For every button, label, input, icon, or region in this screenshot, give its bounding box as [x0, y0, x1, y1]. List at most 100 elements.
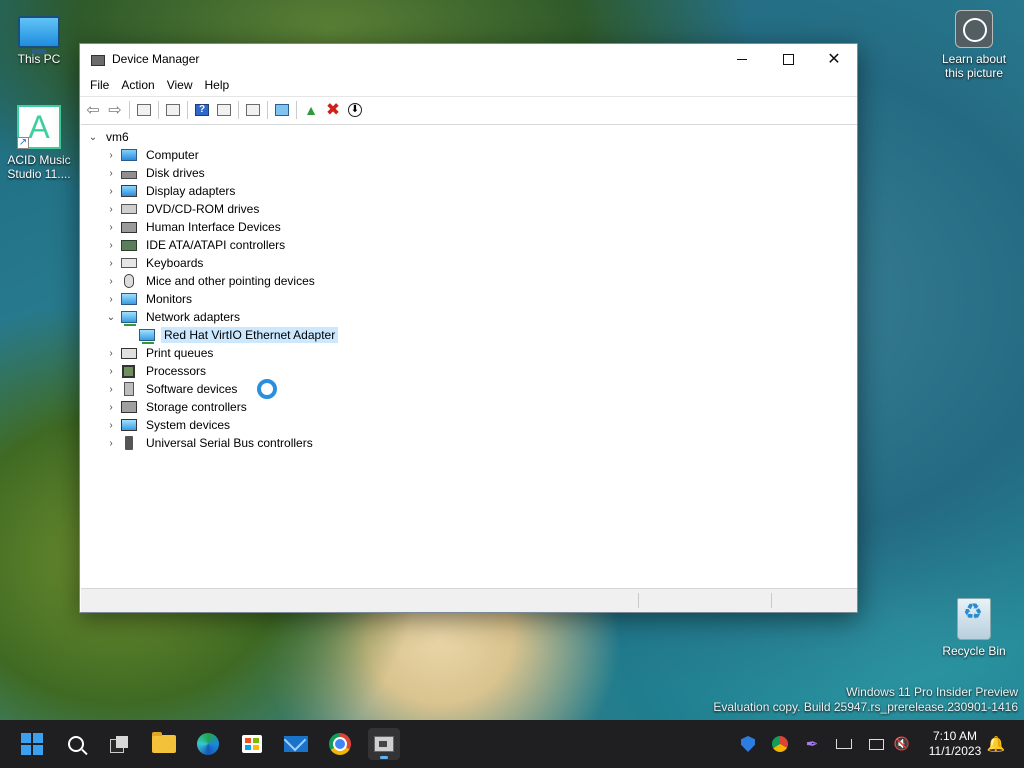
menu-help[interactable]: Help	[199, 78, 236, 92]
taskbar-clock[interactable]: 7:10 AM 11/1/2023	[920, 729, 990, 759]
tree-item-system-devices[interactable]: › System devices	[105, 416, 233, 434]
status-bar	[81, 588, 857, 612]
chevron-right-icon[interactable]: ›	[105, 348, 117, 359]
disable-device-button[interactable]: ⬇	[344, 99, 366, 121]
close-button[interactable]: ✕	[811, 44, 857, 74]
help-button[interactable]: ?	[191, 99, 213, 121]
chevron-down-icon[interactable]: ⌄	[87, 132, 99, 143]
this-pc-desktop-icon[interactable]: This PC	[2, 10, 76, 66]
mouse-icon	[124, 274, 134, 288]
usb-icon	[125, 436, 133, 450]
disable-device-icon: ⬇	[348, 102, 362, 117]
tree-item-software-devices[interactable]: › Software devices	[105, 380, 240, 398]
dvd-drive-icon	[121, 204, 137, 214]
store-button[interactable]	[236, 728, 268, 760]
tree-item-label: Keyboards	[146, 256, 204, 270]
display-tray-button[interactable]	[866, 734, 886, 754]
recycle-bin-label: Recycle Bin	[942, 644, 1006, 658]
tree-item-ide-ata-atapi-controllers[interactable]: › IDE ATA/ATAPI controllers	[105, 236, 288, 254]
tree-item-virtio-ethernet-adapter[interactable]: Red Hat VirtIO Ethernet Adapter	[139, 326, 339, 344]
file-explorer-button[interactable]	[148, 728, 180, 760]
monitor-button[interactable]	[271, 99, 293, 121]
tree-root[interactable]: ⌄ vm6	[87, 128, 132, 146]
tree-item-computer[interactable]: › Computer	[105, 146, 202, 164]
chevron-right-icon[interactable]: ›	[105, 384, 117, 395]
task-view-button[interactable]	[104, 728, 136, 760]
start-icon	[21, 733, 43, 755]
device-manager-taskbar-button[interactable]	[368, 728, 400, 760]
forward-button[interactable]: ⇨	[104, 99, 126, 121]
chevron-right-icon[interactable]: ›	[105, 204, 117, 215]
computer-icon	[121, 149, 137, 161]
back-arrow-icon: ⇦	[86, 101, 100, 119]
search-button[interactable]	[60, 728, 92, 760]
properties-button[interactable]	[162, 99, 184, 121]
chevron-right-icon[interactable]: ›	[105, 402, 117, 413]
help-icon: ?	[195, 103, 209, 116]
pen-tray-button[interactable]: ✒	[802, 734, 822, 754]
chevron-down-icon[interactable]: ⌄	[105, 312, 117, 323]
tree-item-label: Red Hat VirtIO Ethernet Adapter	[161, 327, 339, 343]
volume-tray-button[interactable]: 🔇	[892, 734, 912, 754]
tree-item-storage-controllers[interactable]: › Storage controllers	[105, 398, 250, 416]
menu-view[interactable]: View	[161, 78, 199, 92]
tree-item-dvd-cd-rom-drives[interactable]: › DVD/CD-ROM drives	[105, 200, 262, 218]
chevron-right-icon[interactable]: ›	[105, 294, 117, 305]
console-tree-icon	[137, 103, 151, 116]
chevron-right-icon[interactable]: ›	[105, 168, 117, 179]
tree-item-label: Network adapters	[146, 310, 241, 324]
back-button[interactable]: ⇦	[82, 99, 104, 121]
acid-music-studio-desktop-icon[interactable]: A ↗ ACID Music Studio 11....	[2, 105, 76, 181]
scan-hardware-button[interactable]	[242, 99, 264, 121]
security-tray-button[interactable]	[738, 734, 758, 754]
minimize-button[interactable]	[719, 44, 765, 74]
tree-item-processors[interactable]: › Processors	[105, 362, 209, 380]
mail-button[interactable]	[280, 728, 312, 760]
chevron-right-icon[interactable]: ›	[105, 276, 117, 287]
chevron-right-icon[interactable]: ›	[105, 366, 117, 377]
update-driver-button[interactable]: ▲	[300, 99, 322, 121]
tree-item-label: Storage controllers	[146, 400, 247, 414]
monitor-icon	[275, 103, 289, 116]
tree-item-disk-drives[interactable]: › Disk drives	[105, 164, 208, 182]
clock-time: 7:10 AM	[932, 729, 978, 743]
tree-item-mice[interactable]: › Mice and other pointing devices	[105, 272, 318, 290]
chevron-right-icon[interactable]: ›	[105, 420, 117, 431]
volume-muted-icon: 🔇	[893, 736, 911, 751]
file-explorer-icon	[152, 732, 176, 753]
status-divider	[771, 593, 772, 608]
title-bar[interactable]: Device Manager ✕	[80, 44, 857, 74]
tree-item-label: Monitors	[146, 292, 193, 306]
chrome-button[interactable]	[324, 728, 356, 760]
computer-root-icon	[103, 131, 119, 143]
processor-icon	[122, 364, 135, 378]
tree-item-label: Universal Serial Bus controllers	[146, 436, 313, 450]
chevron-right-icon[interactable]: ›	[105, 258, 117, 269]
tree-item-monitors[interactable]: › Monitors	[105, 290, 195, 308]
tree-item-network-adapters[interactable]: ⌄ Network adapters	[105, 308, 243, 326]
recycle-bin-desktop-icon[interactable]: Recycle Bin	[937, 598, 1011, 658]
chevron-right-icon[interactable]: ›	[105, 438, 117, 449]
menu-file[interactable]: File	[84, 78, 115, 92]
action-pane-button[interactable]	[213, 99, 235, 121]
tree-item-display-adapters[interactable]: › Display adapters	[105, 182, 238, 200]
show-hide-console-tree-button[interactable]	[133, 99, 155, 121]
tree-item-keyboards[interactable]: › Keyboards	[105, 254, 206, 272]
chevron-right-icon[interactable]: ›	[105, 150, 117, 161]
uninstall-device-button[interactable]: ✖	[322, 99, 344, 121]
chevron-right-icon[interactable]: ›	[105, 240, 117, 251]
network-tray-button[interactable]	[834, 734, 854, 754]
chevron-right-icon[interactable]: ›	[105, 186, 117, 197]
learn-about-picture-desktop-icon[interactable]: Learn about this picture	[937, 10, 1011, 80]
device-tree[interactable]: ⌄ vm6 › Computer › Disk drives › Display…	[81, 124, 857, 588]
tree-item-human-interface-devices[interactable]: › Human Interface Devices	[105, 218, 284, 236]
start-button[interactable]	[16, 728, 48, 760]
tree-item-print-queues[interactable]: › Print queues	[105, 344, 216, 362]
tree-item-usb-controllers[interactable]: › Universal Serial Bus controllers	[105, 434, 316, 452]
menu-action[interactable]: Action	[115, 78, 160, 92]
uninstall-device-icon: ✖	[325, 99, 341, 119]
chrome-tray-button[interactable]	[770, 734, 790, 754]
chevron-right-icon[interactable]: ›	[105, 222, 117, 233]
edge-button[interactable]	[192, 728, 224, 760]
maximize-button[interactable]	[765, 44, 811, 74]
